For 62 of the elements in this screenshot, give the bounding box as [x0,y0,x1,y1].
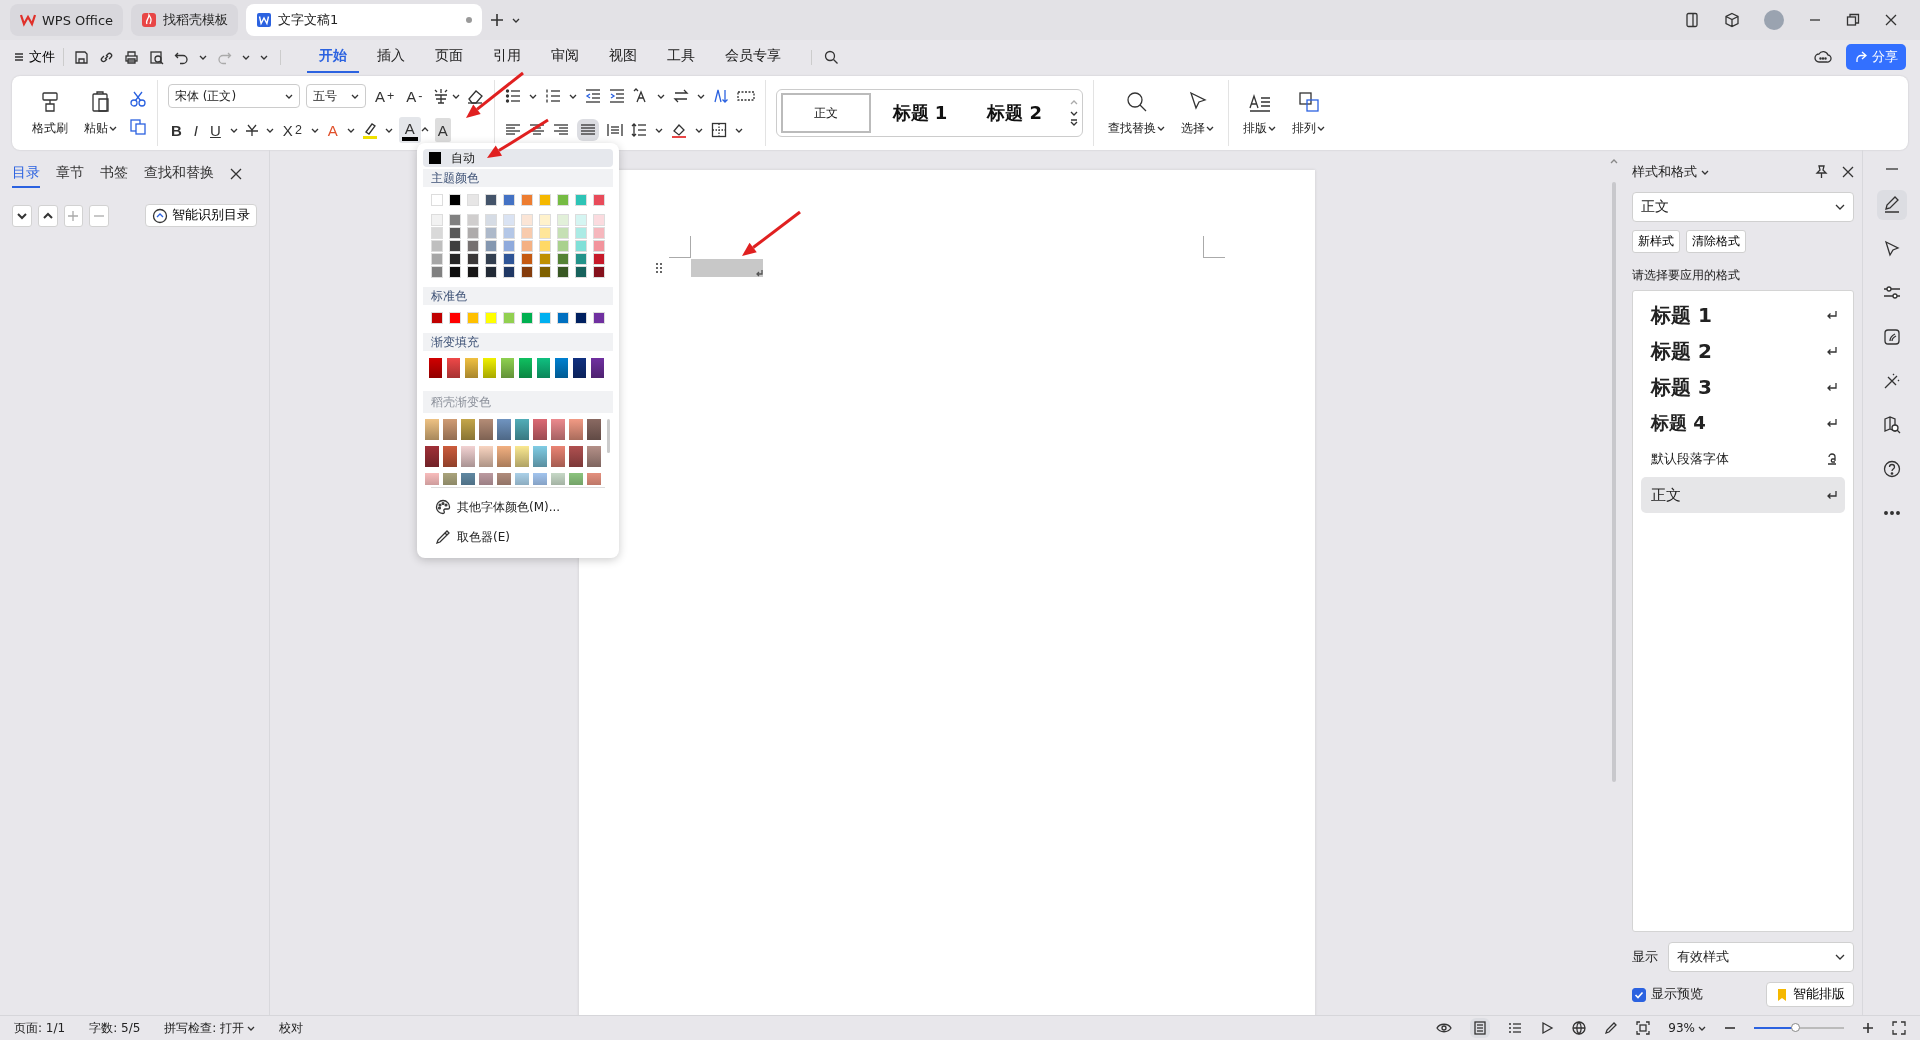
spell-check-toggle[interactable]: 拼写检查: 打开 [164,1019,256,1037]
word-count[interactable]: 字数: 5/5 [89,1019,141,1037]
menu-tab[interactable]: 页面 [423,41,475,73]
find-replace-button[interactable]: 查找替换 [1104,87,1170,139]
menu-tab[interactable]: 视图 [597,41,649,73]
style-item[interactable]: 标题 2 [1641,333,1845,369]
menu-tab[interactable]: 引用 [481,41,533,73]
clear-format-button[interactable]: 清除格式 [1686,230,1746,253]
layout-button[interactable]: 排版 [1239,87,1281,139]
style-item[interactable]: 正文 [1641,477,1845,513]
section-header: 标准色 [423,287,613,305]
smart-toc-button[interactable]: 智能识别目录 [145,204,257,227]
eyedropper-option[interactable]: 取色器(E) [423,522,613,552]
file-menu[interactable]: 文件 [14,48,64,66]
preview-checkbox[interactable]: 显示预览 [1632,986,1703,1003]
style-option[interactable]: 正文 [780,93,871,133]
nav-tab[interactable]: 章节 [56,160,84,188]
menu-tab[interactable]: 审阅 [539,41,591,73]
hint-text: 请选择要应用的格式 [1632,267,1741,284]
smart-layout-button[interactable]: 智能排版 [1766,982,1854,1007]
font-name-select[interactable]: 宋体 (正文) [168,84,300,108]
more-colors-option[interactable]: 其他字体颜色(M)... [423,492,613,522]
window-tab[interactable]: 文字文稿1 [246,4,483,36]
paste-button[interactable]: 粘贴 [80,87,121,139]
nav-tab[interactable]: 目录 [12,160,40,188]
proofread-button[interactable]: 校对 [279,1019,304,1037]
format-painter-button[interactable]: 格式刷 [28,87,72,139]
font-color-button[interactable]: A [398,117,421,143]
font-size-select[interactable]: 五号 [306,84,366,108]
style-item[interactable]: 标题 1 [1641,297,1845,333]
show-filter-select[interactable]: 有效样式 [1668,942,1854,972]
character-shading-button[interactable]: A [434,118,451,142]
menu-tab[interactable]: 开始 [307,41,359,73]
bold-button[interactable]: B [168,118,185,142]
style-option[interactable]: 标题 1 [874,93,966,133]
zoom-level-select[interactable]: 93% [1668,1021,1706,1035]
new-style-button[interactable]: 新样式 [1632,230,1680,253]
menu-tab[interactable]: 工具 [655,41,707,73]
nav-tab[interactable]: 查找和替换 [144,160,214,188]
style-item[interactable]: 标题 4 [1641,405,1845,441]
select-button[interactable]: 选择 [1177,87,1219,139]
menu-tab[interactable]: 会员专享 [713,41,793,73]
underline-button[interactable]: U [207,118,224,142]
style-option[interactable]: 标题 2 [969,93,1061,133]
window-tab[interactable]: WPS Office [10,4,124,36]
automatic-color-option[interactable]: 自动 [423,149,613,167]
arrange-button[interactable]: 排列 [1288,87,1330,139]
section-header: 稻壳渐变色 [423,391,613,413]
text-effect-button[interactable]: A [324,118,341,142]
menu-tab[interactable]: 插入 [365,41,417,73]
window-tab[interactable]: 找稻壳模板 [131,4,239,36]
current-style-select[interactable]: 正文 [1632,192,1854,222]
italic-button[interactable]: I [190,118,201,142]
section-header: 渐变填充 [423,333,613,351]
section-header: 主题颜色 [423,169,613,187]
style-item[interactable]: 默认段落字体 [1641,441,1845,477]
page-count[interactable]: 页面: 1/1 [14,1019,66,1037]
share-button[interactable]: 分享 [1846,44,1906,70]
show-label: 显示 [1632,948,1658,966]
style-item[interactable]: 标题 3 [1641,369,1845,405]
panel-title: 样式和格式 [1632,163,1697,181]
nav-tab[interactable]: 书签 [100,160,128,188]
